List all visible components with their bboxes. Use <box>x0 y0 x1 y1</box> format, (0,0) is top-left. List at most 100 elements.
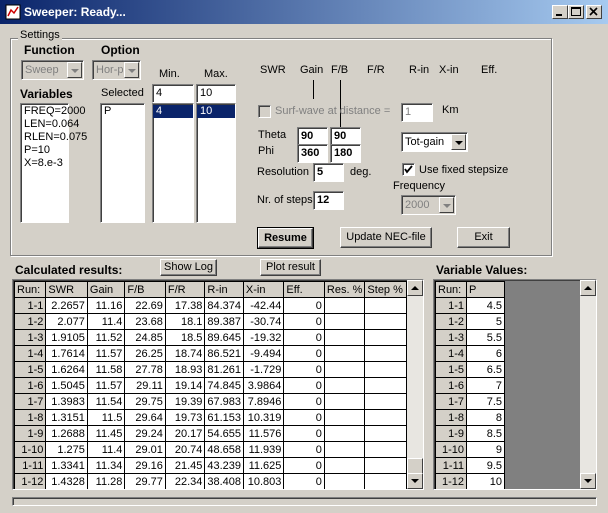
column-header[interactable]: Res. % <box>323 281 366 298</box>
column-header[interactable]: F/R <box>164 281 206 298</box>
column-header[interactable]: SWR <box>45 281 88 298</box>
table-cell[interactable]: 1.3983 <box>45 393 88 410</box>
column-header[interactable]: Run: <box>13 281 47 298</box>
table-cell[interactable] <box>323 457 366 474</box>
table-cell[interactable]: 29.24 <box>124 425 166 442</box>
table-row[interactable]: 1-3 1.9105 11.52 24.85 18.5 89.645 -19.32 0 <box>13 329 407 346</box>
table-cell[interactable]: -30.74 <box>242 313 285 330</box>
output-header-xin[interactable]: X-in <box>439 64 459 76</box>
table-cell[interactable]: 19.39 <box>164 393 206 410</box>
table-cell[interactable]: 6.5 <box>466 361 505 378</box>
table-cell[interactable]: 1.5045 <box>45 377 88 394</box>
row-header[interactable]: 1-9 <box>435 425 467 442</box>
table-cell[interactable]: 17.38 <box>164 297 206 314</box>
row-header[interactable]: 1-8 <box>13 409 47 426</box>
minimize-button[interactable] <box>552 5 568 19</box>
table-cell[interactable]: 22.69 <box>124 297 166 314</box>
row-header[interactable]: 1-4 <box>13 345 47 362</box>
table-cell[interactable]: 26.25 <box>124 345 166 362</box>
scroll-thumb[interactable] <box>407 458 423 474</box>
table-row[interactable]: 1-9 1.2688 11.45 29.24 20.17 54.655 11.576 0 <box>13 425 407 442</box>
table-row[interactable]: 1-4 1.7614 11.57 26.25 18.74 86.521 -9.494 0 <box>13 345 407 362</box>
row-header[interactable]: 1-7 <box>13 393 47 410</box>
table-cell[interactable]: 10 <box>466 473 505 489</box>
table-cell[interactable]: 43.239 <box>204 457 244 474</box>
table-cell[interactable]: 29.75 <box>124 393 166 410</box>
table-cell[interactable]: 11.4 <box>86 441 126 458</box>
row-header[interactable]: 1-1 <box>435 297 467 314</box>
table-cell[interactable]: 11.58 <box>86 361 126 378</box>
table-cell[interactable] <box>364 329 407 346</box>
table-cell[interactable]: 20.17 <box>164 425 206 442</box>
table-cell[interactable]: 29.01 <box>124 441 166 458</box>
table-cell[interactable]: 4.5 <box>466 297 505 314</box>
table-cell[interactable]: -9.494 <box>242 345 285 362</box>
table-cell[interactable]: 0 <box>283 425 325 442</box>
table-row[interactable]: 1-1 4.5 <box>435 297 505 314</box>
column-header[interactable]: F/B <box>124 281 166 298</box>
table-cell[interactable]: 48.658 <box>204 441 244 458</box>
table-cell[interactable]: 84.374 <box>204 297 244 314</box>
row-header[interactable]: 1-5 <box>435 361 467 378</box>
table-cell[interactable]: 1.3151 <box>45 409 88 426</box>
table-cell[interactable]: 27.78 <box>124 361 166 378</box>
max-input[interactable]: 10 <box>196 84 236 103</box>
results-scrollbar[interactable] <box>407 280 423 489</box>
max-list[interactable]: 10 <box>196 103 236 223</box>
table-cell[interactable]: 0 <box>283 393 325 410</box>
row-header[interactable]: 1-4 <box>435 345 467 362</box>
table-cell[interactable]: 3.9864 <box>242 377 285 394</box>
table-row[interactable]: 1-4 6 <box>435 345 505 362</box>
table-cell[interactable]: 19.73 <box>164 409 206 426</box>
table-cell[interactable] <box>364 345 407 362</box>
column-header[interactable]: Eff. <box>283 281 325 298</box>
table-cell[interactable] <box>323 473 366 489</box>
table-cell[interactable]: 9 <box>466 441 505 458</box>
table-cell[interactable]: 0 <box>283 473 325 489</box>
table-cell[interactable]: 29.64 <box>124 409 166 426</box>
table-cell[interactable]: 11.16 <box>86 297 126 314</box>
table-cell[interactable]: 7.8946 <box>242 393 285 410</box>
table-cell[interactable]: 20.74 <box>164 441 206 458</box>
table-cell[interactable]: 2.2657 <box>45 297 88 314</box>
surf-wave-checkbox[interactable] <box>258 105 271 118</box>
table-cell[interactable] <box>323 409 366 426</box>
scroll-up-button[interactable] <box>580 280 596 296</box>
table-cell[interactable]: 7.5 <box>466 393 505 410</box>
update-nec-button[interactable]: Update NEC-file <box>340 227 432 248</box>
table-cell[interactable]: 29.16 <box>124 457 166 474</box>
table-cell[interactable]: 18.74 <box>164 345 206 362</box>
resolution-input[interactable]: 5 <box>313 163 344 182</box>
row-header[interactable]: 1-11 <box>13 457 47 474</box>
list-item[interactable]: 4 <box>153 105 193 118</box>
table-cell[interactable]: 11.57 <box>86 377 126 394</box>
fixed-stepsize-checkbox[interactable] <box>402 163 415 176</box>
table-row[interactable]: 1-8 8 <box>435 409 505 426</box>
table-cell[interactable] <box>364 297 407 314</box>
table-cell[interactable]: 10.319 <box>242 409 285 426</box>
column-header[interactable]: Run: <box>435 281 467 298</box>
table-cell[interactable]: 54.655 <box>204 425 244 442</box>
table-row[interactable]: 1-6 7 <box>435 377 505 394</box>
table-cell[interactable] <box>323 345 366 362</box>
table-cell[interactable] <box>364 377 407 394</box>
table-cell[interactable]: -42.44 <box>242 297 285 314</box>
table-cell[interactable] <box>364 409 407 426</box>
table-cell[interactable]: 11.939 <box>242 441 285 458</box>
table-cell[interactable]: -1.729 <box>242 361 285 378</box>
output-header-swr[interactable]: SWR <box>260 64 286 76</box>
table-cell[interactable]: 89.645 <box>204 329 244 346</box>
table-cell[interactable]: 23.68 <box>124 313 166 330</box>
table-cell[interactable]: 11.28 <box>86 473 126 489</box>
row-header[interactable]: 1-12 <box>13 473 47 489</box>
column-header[interactable]: Step % <box>364 281 407 298</box>
phi-start-input[interactable]: 360 <box>297 144 328 163</box>
table-cell[interactable] <box>364 313 407 330</box>
surf-distance-input[interactable]: 1 <box>401 103 433 122</box>
table-cell[interactable]: 8 <box>466 409 505 426</box>
table-cell[interactable]: 1.6264 <box>45 361 88 378</box>
table-row[interactable]: 1-7 7.5 <box>435 393 505 410</box>
table-cell[interactable]: -19.32 <box>242 329 285 346</box>
scroll-down-button[interactable] <box>407 473 423 489</box>
table-cell[interactable]: 18.5 <box>164 329 206 346</box>
